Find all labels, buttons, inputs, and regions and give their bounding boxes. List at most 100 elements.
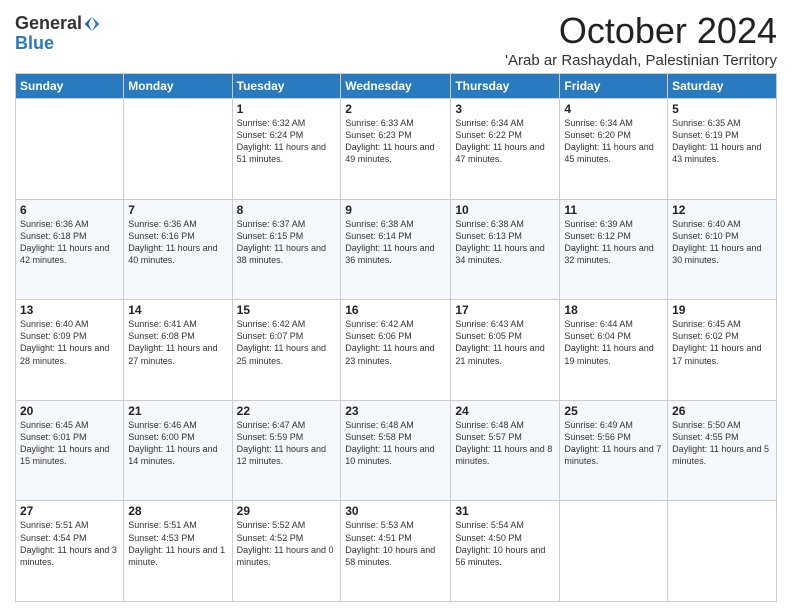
calendar-cell: 14Sunrise: 6:41 AM Sunset: 6:08 PM Dayli… — [124, 300, 232, 401]
calendar-cell: 7Sunrise: 6:36 AM Sunset: 6:16 PM Daylig… — [124, 199, 232, 300]
day-info: Sunrise: 6:39 AM Sunset: 6:12 PM Dayligh… — [564, 218, 663, 267]
day-info: Sunrise: 6:32 AM Sunset: 6:24 PM Dayligh… — [237, 117, 337, 166]
day-number: 9 — [345, 203, 446, 217]
calendar-cell: 31Sunrise: 5:54 AM Sunset: 4:50 PM Dayli… — [451, 501, 560, 602]
page: General Blue October 2024 'Arab ar Rasha… — [0, 0, 792, 612]
calendar-cell: 25Sunrise: 6:49 AM Sunset: 5:56 PM Dayli… — [560, 400, 668, 501]
day-number: 30 — [345, 504, 446, 518]
month-title: October 2024 — [505, 10, 777, 52]
calendar-day-header: Sunday — [16, 74, 124, 99]
day-number: 6 — [20, 203, 119, 217]
day-info: Sunrise: 6:49 AM Sunset: 5:56 PM Dayligh… — [564, 419, 663, 468]
day-info: Sunrise: 5:50 AM Sunset: 4:55 PM Dayligh… — [672, 419, 772, 468]
logo-icon — [83, 15, 101, 33]
day-number: 17 — [455, 303, 555, 317]
calendar-cell: 19Sunrise: 6:45 AM Sunset: 6:02 PM Dayli… — [668, 300, 777, 401]
day-info: Sunrise: 6:40 AM Sunset: 6:09 PM Dayligh… — [20, 318, 119, 367]
day-number: 16 — [345, 303, 446, 317]
day-info: Sunrise: 6:48 AM Sunset: 5:58 PM Dayligh… — [345, 419, 446, 468]
day-number: 29 — [237, 504, 337, 518]
logo-general-text: General — [15, 14, 82, 34]
calendar-day-header: Wednesday — [341, 74, 451, 99]
day-info: Sunrise: 6:44 AM Sunset: 6:04 PM Dayligh… — [564, 318, 663, 367]
day-number: 20 — [20, 404, 119, 418]
day-number: 14 — [128, 303, 227, 317]
calendar-cell: 6Sunrise: 6:36 AM Sunset: 6:18 PM Daylig… — [16, 199, 124, 300]
calendar-cell — [560, 501, 668, 602]
calendar-cell: 28Sunrise: 5:51 AM Sunset: 4:53 PM Dayli… — [124, 501, 232, 602]
calendar-cell: 5Sunrise: 6:35 AM Sunset: 6:19 PM Daylig… — [668, 99, 777, 200]
logo: General Blue — [15, 14, 101, 54]
calendar-cell: 22Sunrise: 6:47 AM Sunset: 5:59 PM Dayli… — [232, 400, 341, 501]
day-info: Sunrise: 6:34 AM Sunset: 6:22 PM Dayligh… — [455, 117, 555, 166]
calendar-cell: 23Sunrise: 6:48 AM Sunset: 5:58 PM Dayli… — [341, 400, 451, 501]
calendar-cell: 27Sunrise: 5:51 AM Sunset: 4:54 PM Dayli… — [16, 501, 124, 602]
day-info: Sunrise: 6:36 AM Sunset: 6:16 PM Dayligh… — [128, 218, 227, 267]
calendar-cell: 18Sunrise: 6:44 AM Sunset: 6:04 PM Dayli… — [560, 300, 668, 401]
day-number: 18 — [564, 303, 663, 317]
day-info: Sunrise: 6:33 AM Sunset: 6:23 PM Dayligh… — [345, 117, 446, 166]
day-number: 12 — [672, 203, 772, 217]
day-info: Sunrise: 6:34 AM Sunset: 6:20 PM Dayligh… — [564, 117, 663, 166]
day-info: Sunrise: 6:45 AM Sunset: 6:02 PM Dayligh… — [672, 318, 772, 367]
day-number: 7 — [128, 203, 227, 217]
calendar-cell: 13Sunrise: 6:40 AM Sunset: 6:09 PM Dayli… — [16, 300, 124, 401]
calendar-cell: 26Sunrise: 5:50 AM Sunset: 4:55 PM Dayli… — [668, 400, 777, 501]
calendar-header-row: SundayMondayTuesdayWednesdayThursdayFrid… — [16, 74, 777, 99]
day-info: Sunrise: 5:54 AM Sunset: 4:50 PM Dayligh… — [455, 519, 555, 568]
calendar-day-header: Monday — [124, 74, 232, 99]
day-info: Sunrise: 5:52 AM Sunset: 4:52 PM Dayligh… — [237, 519, 337, 568]
day-info: Sunrise: 5:51 AM Sunset: 4:53 PM Dayligh… — [128, 519, 227, 568]
day-info: Sunrise: 6:46 AM Sunset: 6:00 PM Dayligh… — [128, 419, 227, 468]
day-info: Sunrise: 6:43 AM Sunset: 6:05 PM Dayligh… — [455, 318, 555, 367]
day-number: 28 — [128, 504, 227, 518]
calendar-cell: 10Sunrise: 6:38 AM Sunset: 6:13 PM Dayli… — [451, 199, 560, 300]
calendar-cell: 17Sunrise: 6:43 AM Sunset: 6:05 PM Dayli… — [451, 300, 560, 401]
day-number: 24 — [455, 404, 555, 418]
day-info: Sunrise: 5:51 AM Sunset: 4:54 PM Dayligh… — [20, 519, 119, 568]
day-number: 4 — [564, 102, 663, 116]
calendar-week-row: 27Sunrise: 5:51 AM Sunset: 4:54 PM Dayli… — [16, 501, 777, 602]
day-info: Sunrise: 6:38 AM Sunset: 6:13 PM Dayligh… — [455, 218, 555, 267]
location-title: 'Arab ar Rashaydah, Palestinian Territor… — [505, 52, 777, 69]
calendar-cell — [16, 99, 124, 200]
calendar-week-row: 20Sunrise: 6:45 AM Sunset: 6:01 PM Dayli… — [16, 400, 777, 501]
calendar-cell: 3Sunrise: 6:34 AM Sunset: 6:22 PM Daylig… — [451, 99, 560, 200]
day-info: Sunrise: 5:53 AM Sunset: 4:51 PM Dayligh… — [345, 519, 446, 568]
day-info: Sunrise: 6:41 AM Sunset: 6:08 PM Dayligh… — [128, 318, 227, 367]
calendar-cell: 29Sunrise: 5:52 AM Sunset: 4:52 PM Dayli… — [232, 501, 341, 602]
calendar-cell: 9Sunrise: 6:38 AM Sunset: 6:14 PM Daylig… — [341, 199, 451, 300]
calendar-day-header: Tuesday — [232, 74, 341, 99]
calendar-week-row: 1Sunrise: 6:32 AM Sunset: 6:24 PM Daylig… — [16, 99, 777, 200]
day-number: 1 — [237, 102, 337, 116]
day-number: 15 — [237, 303, 337, 317]
day-info: Sunrise: 6:40 AM Sunset: 6:10 PM Dayligh… — [672, 218, 772, 267]
day-info: Sunrise: 6:48 AM Sunset: 5:57 PM Dayligh… — [455, 419, 555, 468]
day-info: Sunrise: 6:42 AM Sunset: 6:07 PM Dayligh… — [237, 318, 337, 367]
day-number: 23 — [345, 404, 446, 418]
day-number: 19 — [672, 303, 772, 317]
day-info: Sunrise: 6:42 AM Sunset: 6:06 PM Dayligh… — [345, 318, 446, 367]
day-info: Sunrise: 6:37 AM Sunset: 6:15 PM Dayligh… — [237, 218, 337, 267]
logo-blue-text: Blue — [15, 33, 54, 53]
day-number: 25 — [564, 404, 663, 418]
calendar-cell: 8Sunrise: 6:37 AM Sunset: 6:15 PM Daylig… — [232, 199, 341, 300]
day-number: 11 — [564, 203, 663, 217]
day-number: 2 — [345, 102, 446, 116]
header: General Blue October 2024 'Arab ar Rasha… — [15, 10, 777, 69]
calendar-cell: 30Sunrise: 5:53 AM Sunset: 4:51 PM Dayli… — [341, 501, 451, 602]
day-number: 26 — [672, 404, 772, 418]
day-number: 8 — [237, 203, 337, 217]
calendar-cell: 2Sunrise: 6:33 AM Sunset: 6:23 PM Daylig… — [341, 99, 451, 200]
day-info: Sunrise: 6:35 AM Sunset: 6:19 PM Dayligh… — [672, 117, 772, 166]
calendar-cell: 20Sunrise: 6:45 AM Sunset: 6:01 PM Dayli… — [16, 400, 124, 501]
day-number: 22 — [237, 404, 337, 418]
day-info: Sunrise: 6:36 AM Sunset: 6:18 PM Dayligh… — [20, 218, 119, 267]
calendar-day-header: Thursday — [451, 74, 560, 99]
day-number: 13 — [20, 303, 119, 317]
calendar-cell: 24Sunrise: 6:48 AM Sunset: 5:57 PM Dayli… — [451, 400, 560, 501]
day-info: Sunrise: 6:47 AM Sunset: 5:59 PM Dayligh… — [237, 419, 337, 468]
day-info: Sunrise: 6:45 AM Sunset: 6:01 PM Dayligh… — [20, 419, 119, 468]
day-info: Sunrise: 6:38 AM Sunset: 6:14 PM Dayligh… — [345, 218, 446, 267]
calendar-cell: 15Sunrise: 6:42 AM Sunset: 6:07 PM Dayli… — [232, 300, 341, 401]
